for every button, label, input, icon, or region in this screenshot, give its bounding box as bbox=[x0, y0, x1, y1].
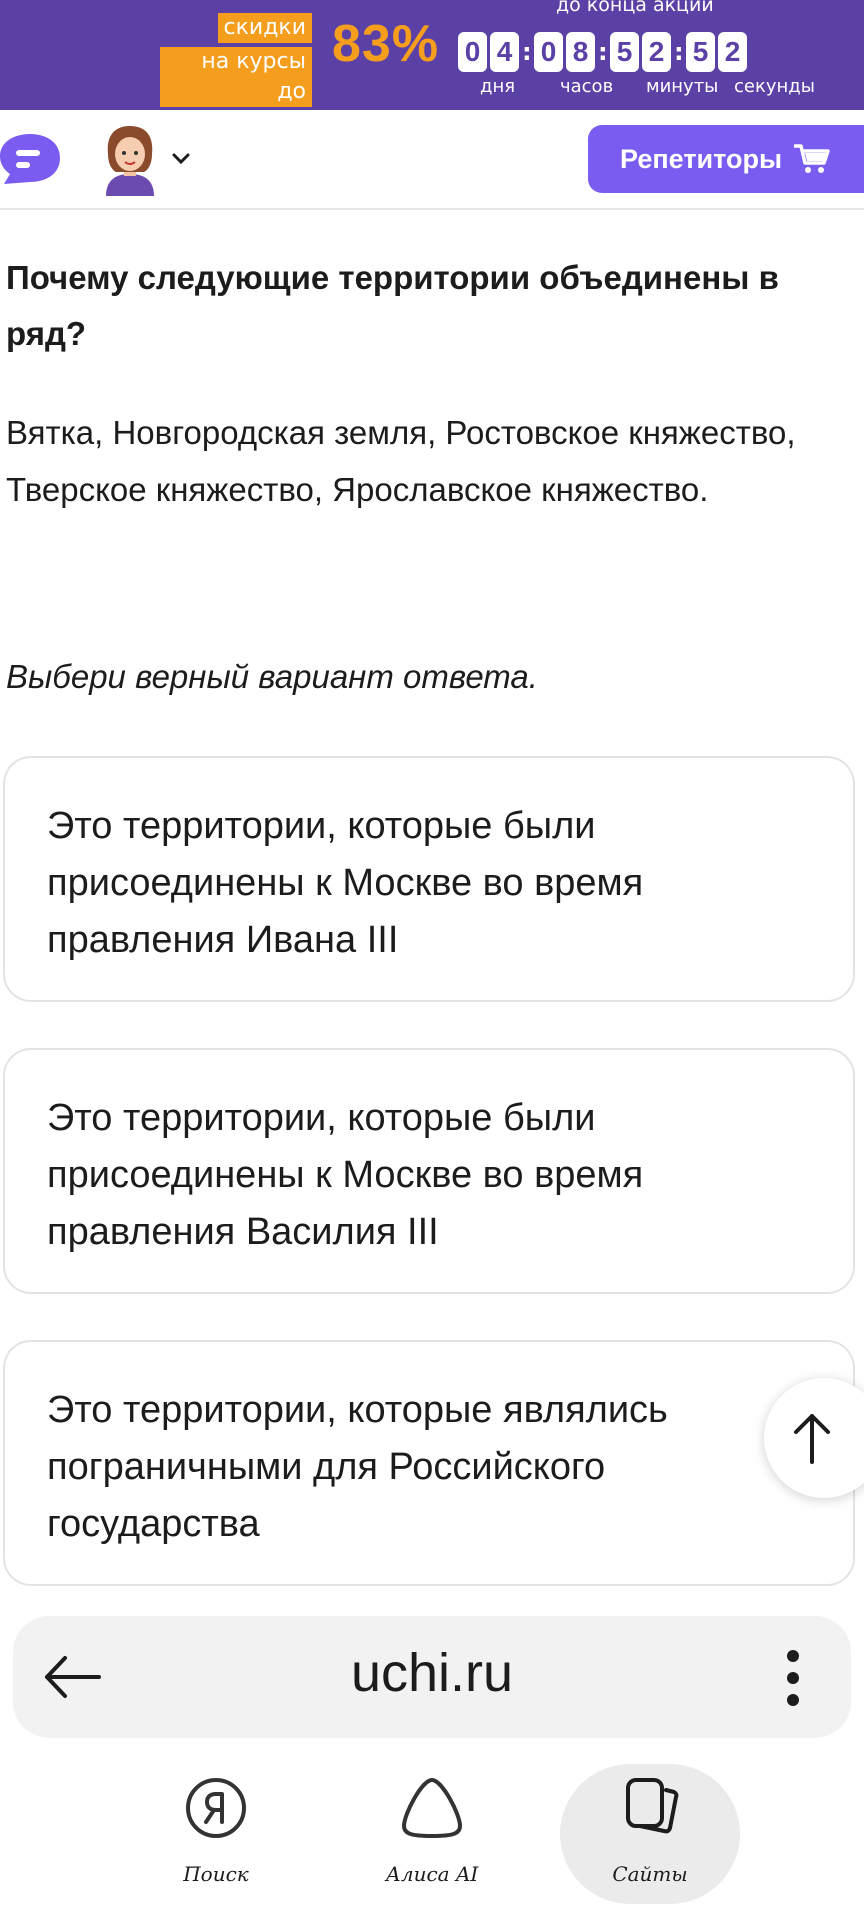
chat-bubble-icon[interactable] bbox=[0, 132, 60, 186]
alice-icon bbox=[402, 1778, 462, 1838]
nav-item-alice[interactable]: Алиса AI bbox=[342, 1764, 522, 1904]
nav-label: Алиса AI bbox=[385, 1862, 479, 1886]
nav-item-search[interactable]: Поиск bbox=[126, 1764, 306, 1904]
user-avatar-icon[interactable] bbox=[100, 124, 160, 196]
timer-labels: дня часов минуты секунды bbox=[0, 76, 864, 100]
timer-separator: : bbox=[674, 38, 684, 66]
timer-label-minutes: минуты bbox=[646, 76, 719, 97]
chevron-down-icon[interactable] bbox=[170, 148, 192, 170]
tutors-button[interactable]: Репетиторы bbox=[588, 125, 864, 193]
question-text: Вятка, Новгородская земля, Ростовское кн… bbox=[6, 414, 796, 508]
timer-digit: 8 bbox=[566, 32, 595, 72]
timer-label-days: дня bbox=[480, 76, 516, 97]
timer-separator: : bbox=[598, 38, 608, 66]
timer-label-hours: часов bbox=[560, 76, 614, 97]
timer-digit: 2 bbox=[718, 32, 747, 72]
timer-digit: 4 bbox=[490, 32, 519, 72]
site-header: Репетиторы bbox=[0, 110, 864, 210]
countdown-timer: 0 4 : 0 8 : 5 2 : 5 2 bbox=[458, 31, 750, 73]
answer-option-3[interactable]: Это территории, которые являлись пограни… bbox=[3, 1340, 855, 1586]
cart-icon bbox=[793, 143, 830, 175]
timer-separator: : bbox=[522, 38, 532, 66]
answer-option-text: Это территории, которые были присоединен… bbox=[47, 805, 644, 961]
question-title: Почему следующие территории объединены в… bbox=[6, 259, 779, 352]
instruction-text: Выбери верный вариант ответа. bbox=[6, 658, 538, 695]
promo-percent: 83% bbox=[332, 15, 440, 73]
url-text[interactable]: uchi.ru bbox=[13, 1642, 851, 1704]
yandex-search-icon bbox=[186, 1778, 246, 1838]
answer-option-text: Это территории, которые являлись пограни… bbox=[47, 1389, 668, 1545]
tutors-button-label: Репетиторы bbox=[620, 143, 783, 174]
bottom-navigation: Поиск Алиса AI Сайты bbox=[0, 1738, 864, 1920]
answer-option-2[interactable]: Это территории, которые были присоединен… bbox=[3, 1048, 855, 1294]
timer-digit: 0 bbox=[534, 32, 563, 72]
timer-digit: 0 bbox=[458, 32, 487, 72]
promo-badge-line1: скидки bbox=[217, 13, 312, 43]
promo-until-label: до конца акции bbox=[556, 0, 714, 16]
timer-label-seconds: секунды bbox=[734, 76, 815, 97]
timer-digit: 5 bbox=[686, 32, 715, 72]
nav-label: Сайты bbox=[612, 1862, 688, 1886]
more-vertical-icon[interactable] bbox=[785, 1648, 801, 1708]
browser-url-bar[interactable]: uchi.ru bbox=[13, 1616, 851, 1738]
nav-label: Поиск bbox=[183, 1862, 249, 1886]
timer-digit: 5 bbox=[610, 32, 639, 72]
nav-item-sites[interactable]: Сайты bbox=[560, 1764, 740, 1904]
answer-option-1[interactable]: Это территории, которые были присоединен… bbox=[3, 756, 855, 1002]
sites-cards-icon bbox=[626, 1778, 679, 1834]
arrow-up-icon bbox=[794, 1414, 830, 1464]
answer-option-text: Это территории, которые были присоединен… bbox=[47, 1097, 644, 1253]
timer-digit: 2 bbox=[642, 32, 671, 72]
promo-banner[interactable]: скидки на курсы до 83% до конца акции 0 … bbox=[0, 0, 864, 110]
